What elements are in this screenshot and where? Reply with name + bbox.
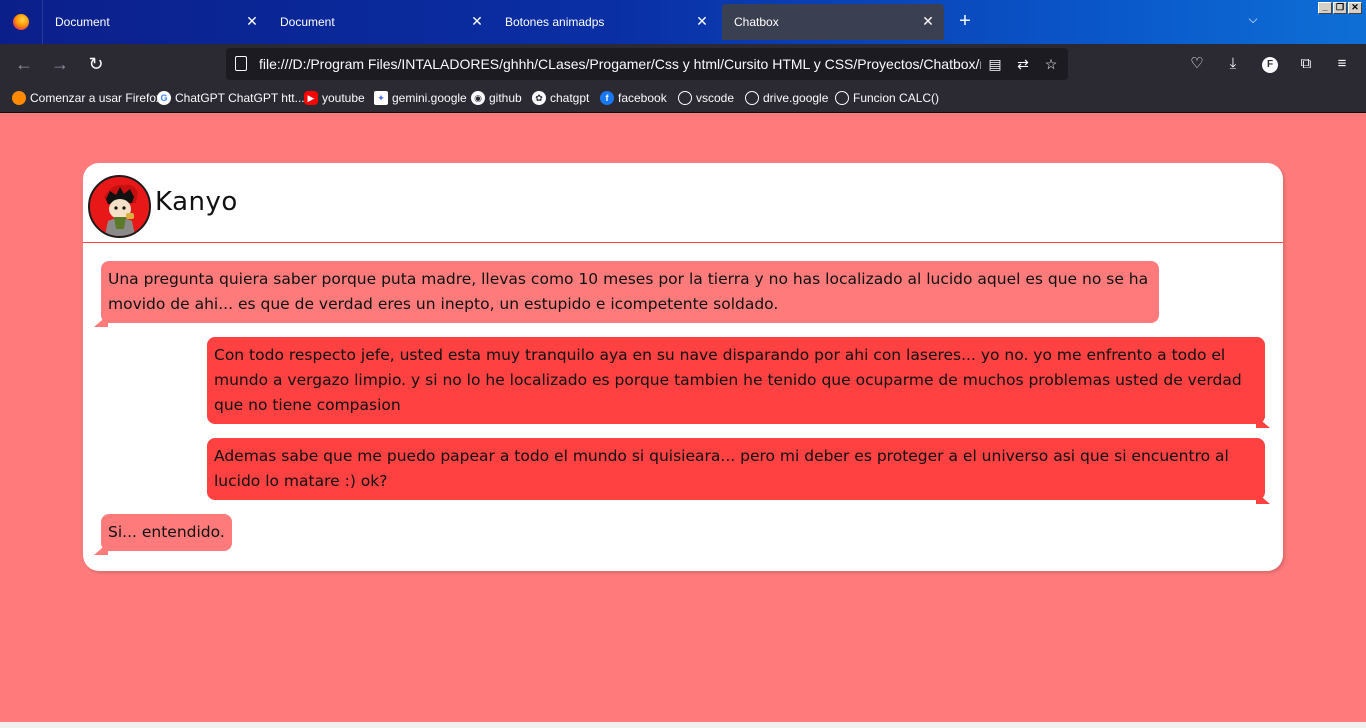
menu-icon[interactable]: ≡ (1332, 54, 1352, 74)
extensions-icon[interactable]: ⧉ (1296, 54, 1316, 74)
bookmark-label: youtube (322, 91, 365, 105)
bookmark-label: drive.google (763, 91, 829, 105)
tab-title: Chatbox (734, 15, 779, 29)
bubble-tail (1256, 492, 1270, 504)
close-icon[interactable]: ✕ (244, 13, 260, 29)
message-text: Una pregunta quiera saber porque puta ma… (108, 270, 1149, 313)
message-text: Con todo respecto jefe, usted esta muy t… (214, 346, 1242, 414)
navigation-toolbar: ← → ↻ file:///D:/Program Files/INTALADOR… (0, 44, 1366, 84)
bookmark-label: gemini.google (392, 91, 467, 105)
bookmark-funcion-calc[interactable]: Funcion CALC() (835, 90, 939, 106)
tab-document-2[interactable]: Document ✕ (268, 0, 493, 44)
bookmark-drive-google[interactable]: drive.google (745, 90, 828, 106)
globe-icon (678, 91, 692, 105)
download-icon[interactable]: ⤓ (1223, 54, 1243, 74)
message-received: Una pregunta quiera saber porque puta ma… (94, 261, 1159, 327)
bookmark-star-icon[interactable]: ☆ (1041, 54, 1061, 74)
youtube-icon: ▶ (304, 91, 318, 105)
message-text: Si... entendido. (108, 523, 225, 541)
tab-document-1[interactable]: Document ✕ (43, 0, 268, 44)
tab-strip: Document ✕ Document ✕ Botones animadps ✕… (0, 0, 1366, 44)
window-bottom-edge (0, 722, 1366, 728)
bubble-tail (94, 543, 108, 555)
github-icon: ◉ (471, 91, 485, 105)
profile-avatar[interactable]: F (1262, 57, 1278, 73)
chatgpt-icon: ✿ (532, 91, 546, 105)
bookmark-firefox[interactable]: Comenzar a usar Firefox (12, 90, 162, 106)
facebook-icon: f (600, 91, 614, 105)
google-icon: G (157, 91, 171, 105)
bookmark-label: Funcion CALC() (853, 91, 940, 105)
bookmark-label: vscode (696, 91, 735, 105)
bookmark-label: ChatGPT ChatGPT htt... (175, 91, 305, 105)
message-received: Si... entendido. (94, 514, 232, 555)
reload-icon[interactable]: ↻ (86, 54, 106, 74)
minimize-icon[interactable]: _ (1318, 2, 1332, 14)
chevron-down-icon[interactable]: ⌵ (1244, 12, 1262, 30)
message-sent: Ademas sabe que me puedo papear a todo e… (207, 438, 1270, 504)
bookmark-github[interactable]: ◉ github (471, 90, 522, 106)
new-tab-icon[interactable]: + (955, 11, 975, 31)
contact-name: Kanyo (155, 187, 238, 217)
tab-title: Botones animadps (505, 15, 605, 29)
pocket-icon[interactable]: ♡ (1187, 54, 1207, 74)
close-icon[interactable]: ✕ (920, 13, 936, 29)
chat-box: Kanyo Una pregunta quiera saber porque p… (83, 163, 1283, 571)
bookmark-youtube[interactable]: ▶ youtube (304, 90, 365, 106)
reader-view-icon[interactable]: ▤ (985, 54, 1005, 74)
bookmark-gemini[interactable]: ✦ gemini.google (374, 90, 467, 106)
globe-icon (745, 91, 759, 105)
bookmark-label: facebook (618, 91, 667, 105)
address-bar[interactable]: file:///D:/Program Files/INTALADORES/ghh… (226, 48, 1068, 80)
close-window-icon[interactable]: ✕ (1348, 2, 1362, 14)
close-icon[interactable]: ✕ (469, 13, 485, 29)
bookmark-label: github (489, 91, 522, 105)
back-icon[interactable]: ← (14, 54, 34, 74)
avatar-illustration (90, 177, 149, 236)
bookmark-vscode[interactable]: vscode (678, 90, 734, 106)
close-icon[interactable]: ✕ (694, 13, 710, 29)
restore-icon[interactable]: ❐ (1333, 2, 1347, 14)
tab-title: Document (55, 15, 110, 29)
bubble-tail (94, 315, 108, 327)
bookmark-label: chatgpt (550, 91, 590, 105)
url-text[interactable]: file:///D:/Program Files/INTALADORES/ghh… (259, 56, 981, 72)
page-icon (235, 56, 247, 71)
tab-chatbox[interactable]: Chatbox ✕ (722, 4, 944, 40)
chat-header: Kanyo (83, 163, 1283, 243)
window-controls: _ ❐ ✕ (1318, 2, 1362, 14)
bookmark-chatgpt[interactable]: ✿ chatgpt (532, 90, 589, 106)
message-sent: Con todo respecto jefe, usted esta muy t… (207, 337, 1270, 428)
avatar (88, 175, 151, 238)
bookmark-label: Comenzar a usar Firefox (30, 91, 163, 105)
globe-icon (835, 91, 849, 105)
bookmark-facebook[interactable]: f facebook (600, 90, 667, 106)
firefox-menu-icon[interactable] (0, 0, 43, 44)
firefox-icon (12, 91, 26, 105)
tab-botones-animadps[interactable]: Botones animadps ✕ (493, 0, 718, 44)
bubble-tail (1256, 416, 1270, 428)
bookmark-chatgpt-google[interactable]: G ChatGPT ChatGPT htt... (157, 90, 305, 106)
gemini-icon: ✦ (374, 91, 388, 105)
tab-title: Document (280, 15, 335, 29)
forward-icon[interactable]: → (50, 54, 70, 74)
bookmarks-toolbar: Comenzar a usar Firefox G ChatGPT ChatGP… (0, 84, 1366, 113)
message-text: Ademas sabe que me puedo papear a todo e… (214, 447, 1229, 490)
translate-icon[interactable]: ⇄ (1013, 54, 1033, 74)
